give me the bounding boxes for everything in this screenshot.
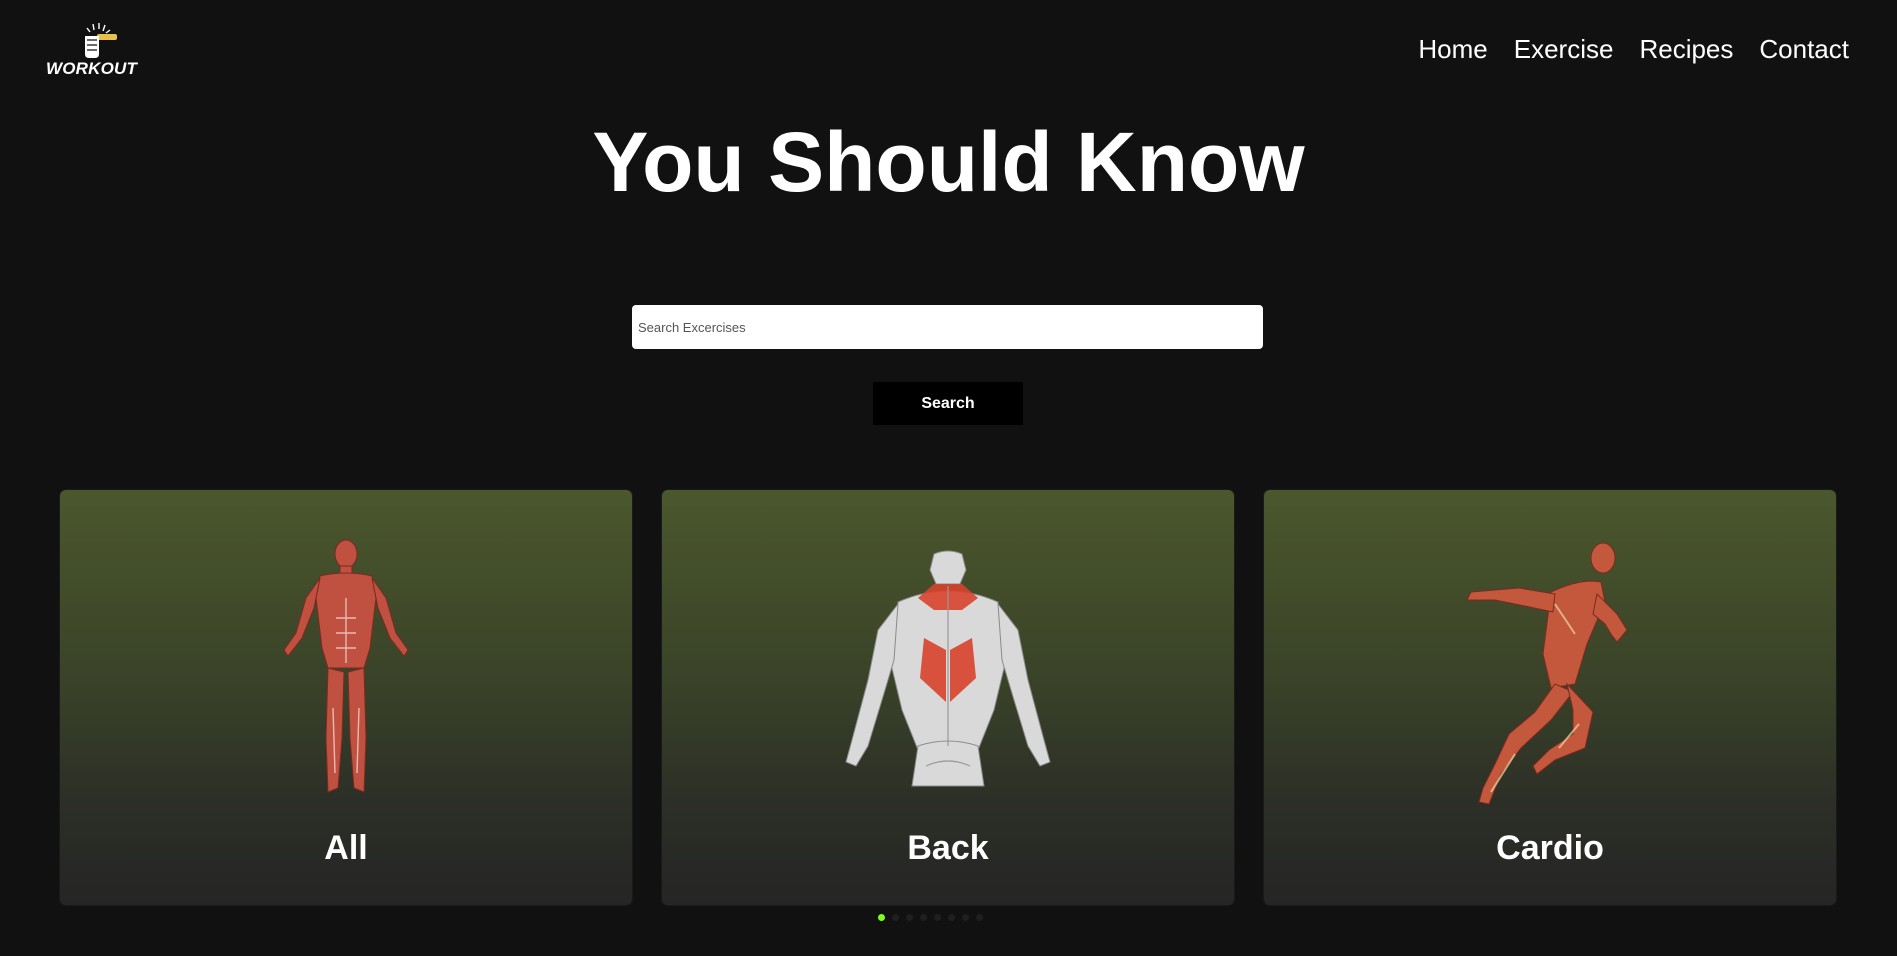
fist-dumbbell-icon — [85, 23, 117, 58]
full-body-muscle-figure — [283, 539, 409, 793]
category-card-cardio[interactable]: Cardio — [1264, 490, 1836, 905]
category-card-all[interactable]: All — [60, 490, 632, 905]
page-title: You Should Know — [592, 115, 1305, 209]
pagination-dot[interactable] — [934, 914, 941, 921]
brand-name: WORKOUT — [46, 59, 138, 78]
nav-recipes[interactable]: Recipes — [1639, 33, 1733, 65]
category-card-back[interactable]: Back — [662, 490, 1234, 905]
pagination-dot[interactable] — [948, 914, 955, 921]
back-muscle-figure — [845, 550, 1051, 787]
pagination-dot[interactable] — [906, 914, 913, 921]
header: WORKOUT Home Exercise Recipes Contact — [0, 0, 1897, 100]
pagination-dot[interactable] — [962, 914, 969, 921]
pagination-dot[interactable] — [892, 914, 899, 921]
search-input[interactable] — [632, 305, 1263, 349]
search-box — [632, 305, 1263, 349]
nav-exercise[interactable]: Exercise — [1514, 33, 1614, 65]
category-carousel: All Back Cardio — [60, 490, 1836, 905]
search-button[interactable]: Search — [873, 382, 1023, 425]
main-nav: Home Exercise Recipes Contact — [1418, 33, 1849, 65]
nav-contact[interactable]: Contact — [1759, 33, 1849, 65]
pagination-dot-active[interactable] — [878, 914, 885, 921]
category-label: Cardio — [1496, 829, 1604, 867]
pagination-dot[interactable] — [976, 914, 983, 921]
brand-logo[interactable]: WORKOUT — [44, 22, 150, 80]
carousel-pagination — [878, 914, 983, 921]
pagination-dot[interactable] — [920, 914, 927, 921]
category-label: All — [324, 829, 368, 867]
running-muscle-figure — [1466, 542, 1628, 805]
category-label: Back — [907, 829, 989, 867]
nav-home[interactable]: Home — [1418, 33, 1487, 65]
